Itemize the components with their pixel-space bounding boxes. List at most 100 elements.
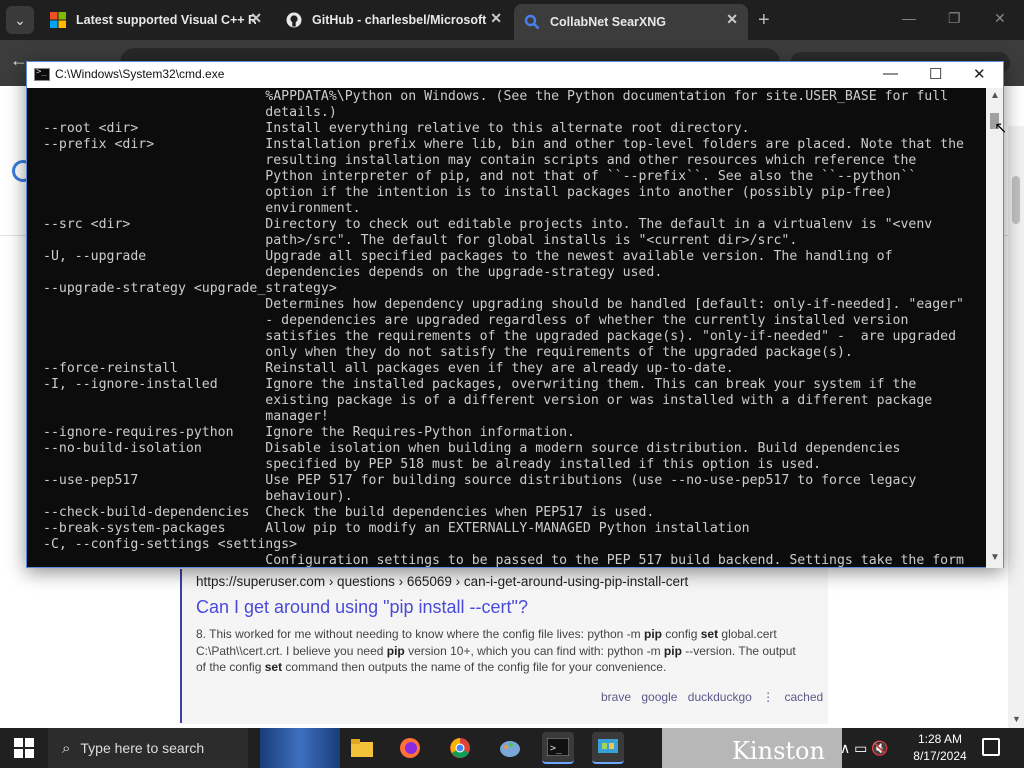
search-highlight-image[interactable]	[260, 728, 340, 768]
console-line: Determines how dependency upgrading shou…	[43, 297, 964, 312]
console-line: -I, --ignore-installed Ignore the instal…	[43, 377, 917, 392]
console-line: --ignore-requires-python Ignore the Requ…	[43, 425, 575, 440]
snippet-keyword: set	[264, 660, 283, 674]
network-icon[interactable]: ▭	[854, 740, 867, 756]
engine-link-duckduckgo[interactable]: duckduckgo	[688, 690, 752, 704]
notification-center-icon[interactable]	[982, 738, 1000, 756]
separator-dots-icon: ⋮	[762, 690, 775, 704]
console-line: option if the intention is to install pa…	[43, 185, 893, 200]
console-line: --root <dir> Install everything relative…	[43, 121, 750, 136]
result-engine-links: brave google duckduckgo ⋮ cached	[601, 690, 830, 704]
console-line: manager!	[43, 409, 329, 424]
page-scrollbar-thumb[interactable]	[1012, 176, 1020, 224]
cmd-title: C:\Windows\System32\cmd.exe	[55, 67, 225, 81]
console-line: satisfies the requirements of the upgrad…	[43, 329, 957, 344]
tab-search-menu-button[interactable]: ⌄	[6, 6, 34, 34]
snippet-text: command then outputs the name of the con…	[282, 660, 667, 674]
cached-link[interactable]: cached	[785, 690, 824, 704]
result-url-path: › questions › 665069 › can-i-get-around-…	[325, 574, 689, 589]
snippet-keyword: pip	[663, 643, 682, 658]
console-line: --check-build-dependencies Check the bui…	[43, 505, 655, 520]
cmd-maximize-icon[interactable]: ☐	[929, 65, 942, 83]
minimize-icon[interactable]: —	[902, 10, 916, 26]
tab-close-icon[interactable]: ✕	[250, 10, 262, 27]
taskbar-paint-icon[interactable]	[494, 732, 526, 764]
taskbar-search-box[interactable]: ⌕ Type here to search	[48, 728, 248, 768]
console-output[interactable]: %APPDATA%\Python on Windows. (See the Py…	[43, 89, 983, 567]
page-scrollbar[interactable]: ▼	[1008, 126, 1024, 728]
snippet-text: config	[662, 627, 701, 641]
windows-logo-icon	[50, 12, 66, 28]
search-icon	[524, 14, 540, 30]
console-line: --src <dir> Directory to check out edita…	[43, 217, 933, 232]
scroll-down-arrow-icon[interactable]: ▼	[990, 552, 1000, 563]
start-button[interactable]	[14, 738, 34, 758]
console-line: --prefix <dir> Installation prefix where…	[43, 137, 964, 152]
tab-visual-cpp[interactable]: Latest supported Visual C++ R ✕	[40, 0, 272, 40]
tab-label: CollabNet SearXNG	[550, 15, 667, 29]
cmd-window: C:\Windows\System32\cmd.exe — ☐ ✕ %APPDA…	[26, 61, 1004, 568]
console-line: --force-reinstall Reinstall all packages…	[43, 361, 734, 376]
cmd-minimize-icon[interactable]: —	[883, 65, 898, 82]
snippet-keyword: set	[700, 627, 719, 641]
tab-close-icon[interactable]: ✕	[490, 10, 502, 27]
search-icon: ⌕	[62, 739, 71, 757]
snippet-text: version 10+, which you can find with: py…	[404, 643, 664, 658]
cmd-close-icon[interactable]: ✕	[973, 65, 986, 83]
console-line: -U, --upgrade Upgrade all specified pack…	[43, 249, 893, 264]
taskbar-firefox-icon[interactable]	[394, 732, 426, 764]
console-line: behaviour).	[43, 489, 353, 504]
news-widget[interactable]: Kinston	[662, 728, 842, 768]
result-url[interactable]: https://superuser.com › questions › 6650…	[196, 574, 688, 589]
snippet-text: 8. This worked for me without needing to…	[196, 627, 645, 641]
github-icon	[286, 12, 302, 28]
snippet-keyword: pip	[386, 643, 405, 658]
console-line: existing package is of a different versi…	[43, 393, 933, 408]
tab-strip: ⌄ Latest supported Visual C++ R ✕ GitHub…	[0, 0, 1024, 40]
console-line: --use-pep517 Use PEP 517 for building so…	[43, 473, 917, 488]
tab-github[interactable]: GitHub - charlesbel/Microsoft ✕	[276, 0, 512, 40]
cmd-title-bar[interactable]: C:\Windows\System32\cmd.exe — ☐ ✕	[27, 62, 1003, 88]
console-line: environment.	[43, 201, 361, 216]
scroll-down-arrow-icon[interactable]: ▼	[1012, 714, 1021, 724]
taskbar-control-panel-icon[interactable]	[592, 732, 624, 764]
console-line: specified by PEP 518 must be already ins…	[43, 457, 822, 472]
snippet-keyword: pip	[644, 627, 663, 641]
console-line: Configuration settings to be passed to t…	[43, 553, 964, 567]
console-scrollbar[interactable]: ▲ ▼	[986, 88, 1003, 568]
taskbar-file-explorer-icon[interactable]	[346, 732, 378, 764]
volume-muted-icon[interactable]: 🔇	[871, 740, 888, 756]
taskbar-search-placeholder: Type here to search	[80, 740, 205, 756]
clock[interactable]: 1:28 AM 8/17/2024	[912, 731, 968, 765]
scroll-up-arrow-icon[interactable]: ▲	[990, 90, 1000, 101]
engine-link-google[interactable]: google	[641, 690, 677, 704]
console-line: --upgrade-strategy <upgrade_strategy>	[43, 281, 337, 296]
console-line: --break-system-packages Allow pip to mod…	[43, 521, 750, 536]
restore-icon[interactable]: ❐	[948, 10, 961, 27]
tab-label: Latest supported Visual C++ R	[76, 13, 256, 27]
cmd-app-icon[interactable]	[34, 67, 50, 81]
taskbar-chrome-icon[interactable]	[444, 732, 476, 764]
svg-text:>_: >_	[550, 743, 563, 754]
console-line: path>/src". The default for global insta…	[43, 233, 798, 248]
chevron-up-icon[interactable]: ∧	[840, 740, 850, 756]
result-accent-bar	[180, 569, 182, 723]
tab-searxng[interactable]: CollabNet SearXNG ✕	[514, 4, 748, 40]
console-line: -C, --config-settings <settings>	[43, 537, 298, 552]
engine-link-brave[interactable]: brave	[601, 690, 631, 704]
console-line: only when they do not satisfy the requir…	[43, 345, 853, 360]
console-line: details.)	[43, 105, 337, 120]
taskbar-cmd-icon[interactable]: >_	[542, 732, 574, 764]
tab-close-icon[interactable]: ✕	[726, 11, 738, 28]
new-tab-button[interactable]: +	[758, 9, 770, 32]
console-line: resulting installation may contain scrip…	[43, 153, 917, 168]
taskbar: ⌕ Type here to search >_ Kinston ∧ ▭ 🔇 1…	[0, 728, 1024, 768]
result-url-host: https://superuser.com	[196, 574, 326, 589]
clock-date: 8/17/2024	[913, 749, 967, 763]
tab-label: GitHub - charlesbel/Microsoft	[312, 13, 487, 27]
console-line: Python interpreter of pip, and not that …	[43, 169, 917, 184]
console-line: - dependencies are upgraded regardless o…	[43, 313, 909, 328]
close-icon[interactable]: ✕	[994, 10, 1006, 27]
clock-time: 1:28 AM	[917, 732, 963, 746]
result-title-link[interactable]: Can I get around using "pip install --ce…	[196, 597, 528, 618]
